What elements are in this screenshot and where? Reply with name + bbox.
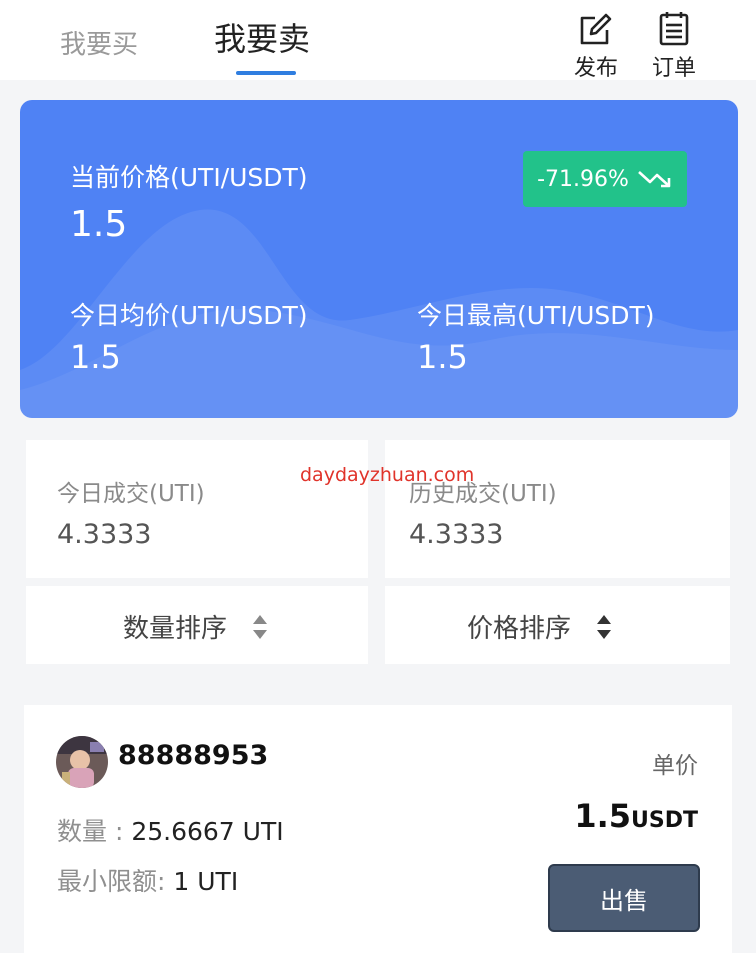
price-change-value: -71.96% xyxy=(537,166,629,192)
top-bar: 我要买 我要卖 发布 订单 xyxy=(0,0,756,82)
sort-icon xyxy=(597,615,611,639)
clipboard-icon xyxy=(659,12,689,46)
publish-button[interactable]: 发布 xyxy=(568,10,624,82)
background-wave xyxy=(20,209,738,418)
history-volume-card xyxy=(385,440,730,578)
sort-by-quantity-label: 数量排序 xyxy=(123,614,228,644)
unit-price: 1.5USDT xyxy=(574,797,698,835)
sort-by-quantity-button[interactable]: 数量排序 xyxy=(26,586,368,664)
today-volume-value: 4.3333 xyxy=(57,519,152,550)
trend-down-icon xyxy=(638,171,671,188)
current-price-value: 1.5 xyxy=(70,204,128,245)
current-price-label: 当前价格(UTI/USDT) xyxy=(70,163,308,192)
unit-price-value: 1.5 xyxy=(574,797,632,835)
high-price-value: 1.5 xyxy=(417,338,468,376)
avg-price-label: 今日均价(UTI/USDT) xyxy=(70,301,308,330)
avatar xyxy=(56,736,108,788)
orders-button[interactable]: 订单 xyxy=(646,10,702,82)
tab-sell[interactable]: 我要卖 xyxy=(214,14,310,60)
price-card: 当前价格(UTI/USDT) 1.5 -71.96% 今日均价(UTI/USDT… xyxy=(20,100,738,418)
today-volume-label: 今日成交(UTI) xyxy=(57,481,205,507)
quantity-row: 数量 : 25.6667 UTI xyxy=(57,812,284,848)
avg-price-value: 1.5 xyxy=(70,338,121,376)
active-tab-indicator xyxy=(236,71,296,75)
min-limit-value: 1 UTI xyxy=(173,867,239,896)
watermark-text: daydayzhuan.com xyxy=(300,464,475,486)
sort-icon xyxy=(253,615,267,639)
unit-price-label: 单价 xyxy=(652,753,698,779)
seller-username: 88888953 xyxy=(118,740,269,771)
min-limit-label: 最小限额: xyxy=(57,867,166,896)
quantity-value: 25.6667 UTI xyxy=(131,817,284,846)
history-volume-value: 4.3333 xyxy=(409,519,504,550)
quantity-label: 数量 : xyxy=(57,817,124,846)
sell-button-label: 出售 xyxy=(600,886,648,915)
orders-label: 订单 xyxy=(651,56,696,81)
sort-by-price-button[interactable]: 价格排序 xyxy=(385,586,730,664)
tab-buy[interactable]: 我要买 xyxy=(60,24,138,61)
price-change-badge: -71.96% xyxy=(523,151,687,207)
unit-price-currency: USDT xyxy=(631,808,698,833)
sell-button[interactable]: 出售 xyxy=(548,864,700,932)
publish-label: 发布 xyxy=(573,56,618,81)
sort-by-price-label: 价格排序 xyxy=(467,614,572,644)
today-volume-card xyxy=(26,440,368,578)
min-limit-row: 最小限额: 1 UTI xyxy=(57,862,238,898)
edit-icon xyxy=(580,13,612,45)
high-price-label: 今日最高(UTI/USDT) xyxy=(417,301,655,330)
